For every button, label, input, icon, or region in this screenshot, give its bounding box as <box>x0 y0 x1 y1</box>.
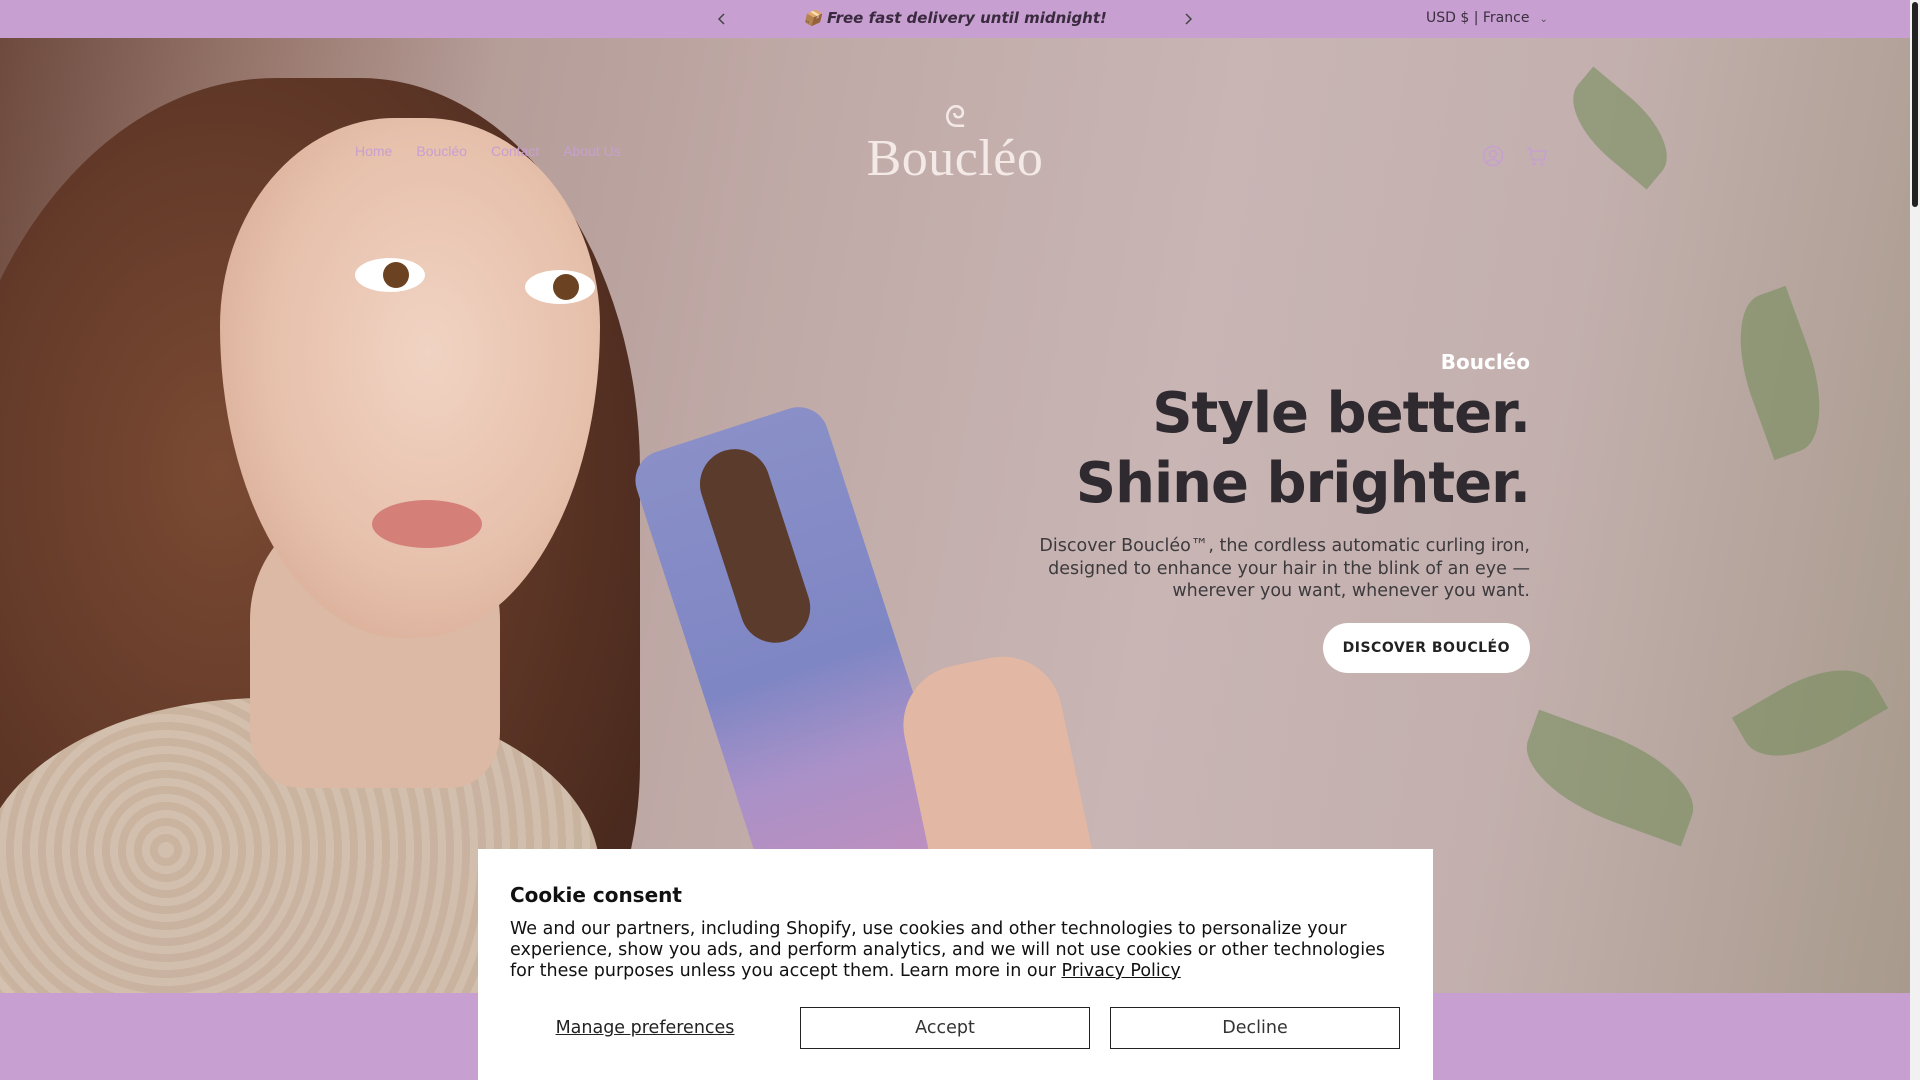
manage-preferences-button[interactable]: Manage preferences <box>510 1007 780 1049</box>
nav-home[interactable]: Home <box>355 143 392 159</box>
leaf-decoration <box>1511 709 1709 847</box>
decline-button[interactable]: Decline <box>1110 1007 1400 1049</box>
currency-selector[interactable]: USD $ | France ⌄ <box>1426 0 1548 38</box>
logo-swirl: ᘓ <box>944 100 966 135</box>
currency-label: USD $ | France <box>1426 10 1530 26</box>
hero-copy: Boucléo Style better. Shine brighter. Di… <box>1010 345 1531 673</box>
site-logo[interactable]: ᘓ Boucléo <box>865 100 1045 187</box>
cookie-title: Cookie consent <box>510 883 682 907</box>
nav-about-us[interactable]: About Us <box>563 143 621 159</box>
hero-model-lips <box>372 500 482 548</box>
hero-model-eye <box>355 258 425 292</box>
hero-headline-1: Style better. <box>1152 381 1531 446</box>
announcement-message: 📦 Free fast delivery until midnight! <box>803 9 1107 27</box>
cookie-body: We and our partners, including Shopify, … <box>510 919 1400 982</box>
nav-boucleo[interactable]: Boucléo <box>416 143 467 159</box>
chevron-left-icon[interactable] <box>712 9 732 29</box>
discover-button[interactable]: DISCOVER BOUCLÉO <box>1322 622 1530 673</box>
cart-icon[interactable] <box>1524 143 1550 169</box>
chevron-down-icon: ⌄ <box>1539 14 1548 25</box>
main-nav: Home Boucléo Contact About Us <box>355 143 645 159</box>
leaf-decoration <box>1719 285 1841 461</box>
nav-contact[interactable]: Contact <box>491 143 539 159</box>
hero-headline-2: Shine brighter. <box>1075 451 1531 516</box>
privacy-policy-link[interactable]: Privacy Policy <box>1062 961 1181 981</box>
cookie-consent-banner: Cookie consent We and our partners, incl… <box>478 849 1433 1080</box>
leaf-decoration <box>1554 66 1686 190</box>
accept-button[interactable]: Accept <box>800 1007 1090 1049</box>
announcement-bar: 📦 Free fast delivery until midnight! USD… <box>0 0 1910 38</box>
account-icon[interactable] <box>1480 143 1506 169</box>
hero-model-eye <box>525 270 595 304</box>
leaf-decoration <box>1731 647 1889 779</box>
cookie-body-text: We and our partners, including Shopify, … <box>510 919 1386 981</box>
scrollbar-thumb[interactable] <box>1912 2 1918 207</box>
hero-description: Discover Boucléo™, the cordless automati… <box>1039 536 1530 601</box>
chevron-right-icon[interactable] <box>1178 9 1198 29</box>
hero-brand: Boucléo <box>1440 350 1530 374</box>
cookie-actions: Manage preferences Accept Decline <box>510 1007 1401 1049</box>
page-scrollbar[interactable] <box>1910 0 1920 1080</box>
logo-text: Boucléo <box>866 130 1044 187</box>
